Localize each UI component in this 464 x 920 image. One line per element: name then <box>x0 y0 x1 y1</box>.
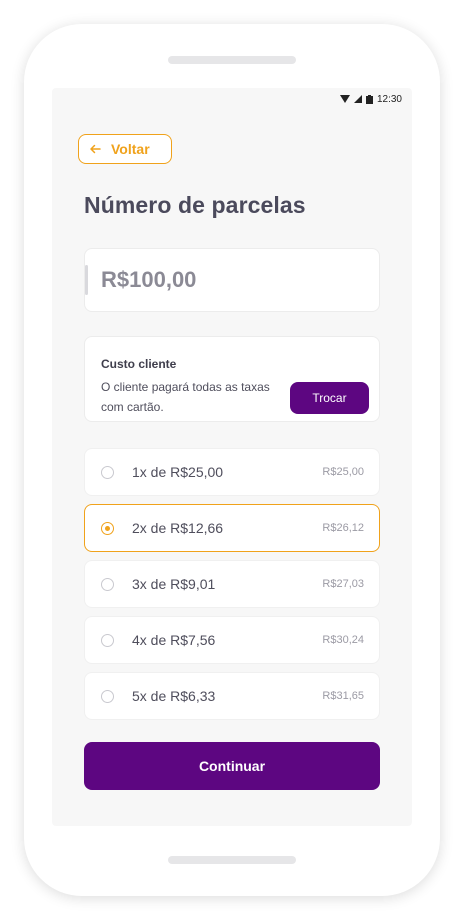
installment-total: R$26,12 <box>322 522 364 534</box>
arrow-left-icon <box>90 144 101 154</box>
installment-option-1[interactable]: 1x de R$25,00 R$25,00 <box>84 448 380 496</box>
installment-option-3[interactable]: 3x de R$9,01 R$27,03 <box>84 560 380 608</box>
installment-total: R$31,65 <box>322 690 364 702</box>
status-bar: 12:30 <box>339 92 402 106</box>
installment-label: 2x de R$12,66 <box>132 520 224 536</box>
amount-value: R$100,00 <box>101 267 197 292</box>
cost-card-title: Custo cliente <box>101 357 177 371</box>
amount-caret <box>85 265 88 295</box>
phone-speaker-bottom <box>168 856 296 864</box>
back-button-label: Voltar <box>111 141 150 157</box>
installment-option-2[interactable]: 2x de R$12,66 R$26,12 <box>84 504 380 552</box>
installment-label: 4x de R$7,56 <box>132 632 216 648</box>
swap-button[interactable]: Trocar <box>290 382 369 414</box>
amount-input[interactable]: R$100,00 <box>84 248 380 312</box>
radio-button[interactable] <box>101 634 114 647</box>
radio-button[interactable] <box>101 466 114 479</box>
installment-total: R$30,24 <box>322 634 364 646</box>
radio-button[interactable] <box>101 578 114 591</box>
status-time: 12:30 <box>376 93 402 105</box>
installment-option-4[interactable]: 4x de R$7,56 R$30,24 <box>84 616 380 664</box>
cost-card: Custo cliente O cliente pagará todas as … <box>84 336 380 422</box>
radio-selected-dot <box>104 525 110 531</box>
battery-icon <box>365 94 373 104</box>
back-button[interactable]: Voltar <box>78 134 172 164</box>
signal-icon <box>353 95 362 103</box>
cost-card-description: O cliente pagará todas as taxas com cart… <box>101 380 270 414</box>
radio-button-selected[interactable] <box>101 522 114 535</box>
installment-option-5[interactable]: 5x de R$6,33 R$31,65 <box>84 672 380 720</box>
page-title: Número de parcelas <box>84 192 306 218</box>
app-screen: 12:30 Voltar Número de parcelas R$100,00… <box>52 88 412 826</box>
installment-label: 3x de R$9,01 <box>132 576 216 592</box>
radio-button[interactable] <box>101 690 114 703</box>
continue-button[interactable]: Continuar <box>84 742 380 790</box>
wifi-icon <box>339 95 350 103</box>
installment-label: 1x de R$25,00 <box>132 464 224 480</box>
installment-label: 5x de R$6,33 <box>132 688 216 704</box>
phone-frame: 12:30 Voltar Número de parcelas R$100,00… <box>24 24 440 896</box>
phone-speaker-top <box>168 56 296 64</box>
installment-total: R$27,03 <box>322 578 364 590</box>
installment-total: R$25,00 <box>322 466 364 478</box>
